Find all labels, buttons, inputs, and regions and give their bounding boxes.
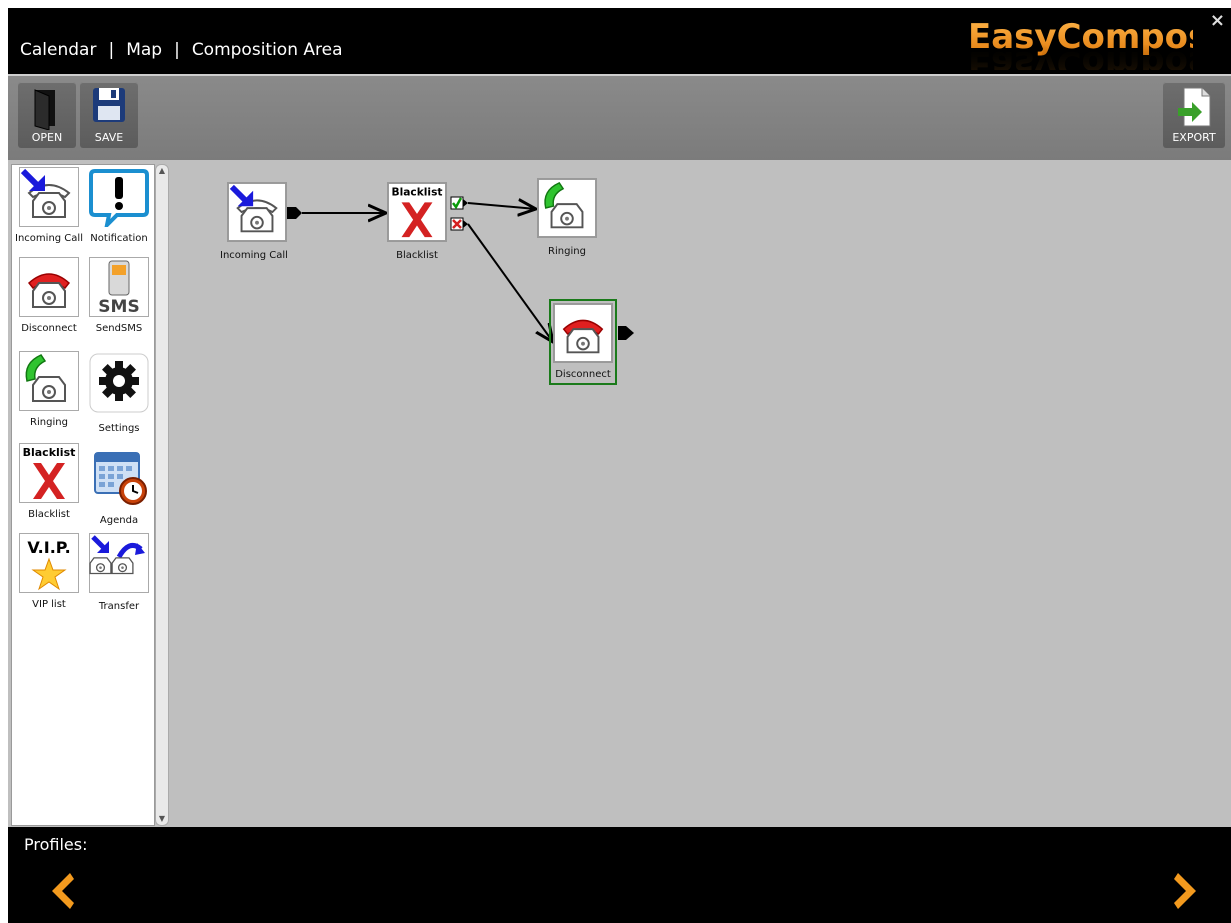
palette-item-transfer[interactable]: Transfer: [85, 533, 153, 612]
palette-item-incoming-call[interactable]: Incoming Call: [15, 167, 83, 244]
floppy-disk-icon: [93, 88, 125, 122]
logo-reflection: EasyComposer: [968, 43, 1193, 70]
main-navigation: Calendar | Map | Composition Area: [20, 40, 343, 60]
close-button[interactable]: ×: [1210, 10, 1225, 31]
scroll-up-arrow-icon[interactable]: ▲: [156, 165, 168, 177]
ringing-icon: [537, 178, 597, 238]
save-button[interactable]: SAVE: [80, 82, 138, 148]
palette-item-label: Disconnect: [21, 323, 77, 334]
node-ringing[interactable]: Ringing: [537, 178, 597, 257]
incoming-call-icon: [226, 182, 287, 242]
node-label: Blacklist: [396, 250, 438, 261]
palette-item-agenda[interactable]: Agenda: [85, 447, 153, 526]
profiles-bar: Profiles:: [8, 827, 1231, 923]
palette-item-label: Blacklist: [28, 509, 70, 520]
palette-item-vip-list[interactable]: V.I.P. VIP list: [15, 533, 83, 610]
next-profile-arrow-icon[interactable]: [1172, 871, 1204, 911]
component-palette: Incoming Call Notification Disconnect SM…: [11, 164, 155, 826]
blacklist-badge: Blacklist: [23, 446, 76, 459]
sms-text: SMS: [98, 297, 139, 317]
transfer-icon: [89, 533, 149, 593]
tab-composition-area[interactable]: Composition Area: [192, 40, 343, 60]
node-label: Ringing: [548, 246, 586, 257]
palette-item-label: Notification: [90, 233, 148, 244]
palette-item-label: Settings: [98, 423, 140, 434]
node-blacklist[interactable]: Blacklist Blacklist: [387, 182, 447, 261]
connection-layer: [284, 196, 634, 827]
export-document-icon: [1178, 87, 1211, 127]
notification-icon: [89, 169, 149, 232]
node-incoming-call[interactable]: Incoming Call: [220, 182, 288, 261]
incoming-call-icon: [19, 167, 79, 227]
palette-item-sendsms[interactable]: SMS SendSMS: [85, 257, 153, 334]
easycomposer-logo: EasyComposer EasyComposer: [968, 17, 1193, 70]
palette-item-notification[interactable]: Notification: [85, 167, 153, 244]
ringing-icon: [19, 351, 79, 411]
sms-phone-icon: SMS: [89, 257, 149, 317]
blacklist-icon: Blacklist: [19, 443, 79, 503]
profiles-label: Profiles:: [24, 835, 88, 854]
previous-profile-arrow-icon[interactable]: [44, 871, 76, 911]
palette-item-ringing[interactable]: Ringing: [15, 351, 83, 428]
palette-item-settings[interactable]: Settings: [85, 353, 153, 434]
title-bar: Calendar | Map | Composition Area EasyCo…: [8, 8, 1231, 74]
toolbar: OPEN SAVE EXPORT: [8, 76, 1231, 160]
palette-item-label: Incoming Call: [15, 233, 83, 244]
output-port[interactable]: [618, 326, 634, 340]
export-label: EXPORT: [1172, 131, 1216, 144]
composition-canvas[interactable]: Incoming Call Blacklist Blacklist Ringin…: [168, 160, 1231, 827]
palette-item-label: Agenda: [99, 515, 139, 526]
palette-item-disconnect[interactable]: Disconnect: [15, 257, 83, 334]
scroll-down-arrow-icon[interactable]: ▼: [156, 813, 168, 825]
gear-icon: [89, 353, 149, 413]
node-label: Disconnect: [555, 369, 611, 380]
palette-scrollbar[interactable]: ▲ ▼: [155, 164, 169, 826]
agenda-icon: [94, 452, 147, 505]
vip-icon: V.I.P.: [19, 533, 79, 593]
connection-edge[interactable]: [467, 203, 536, 209]
vip-badge: V.I.P.: [27, 538, 70, 557]
export-button[interactable]: EXPORT: [1163, 82, 1225, 148]
disconnect-icon: [19, 257, 79, 317]
palette-item-label: Ringing: [30, 417, 68, 428]
node-label: Incoming Call: [220, 250, 288, 261]
palette-item-blacklist[interactable]: Blacklist Blacklist: [15, 443, 83, 520]
tab-map[interactable]: Map: [126, 40, 162, 60]
nav-separator: |: [174, 40, 180, 60]
workspace: Incoming Call Notification Disconnect SM…: [8, 160, 1231, 827]
palette-item-label: Transfer: [98, 601, 140, 612]
blacklist-icon: Blacklist: [387, 182, 447, 242]
disconnect-icon: [553, 303, 613, 363]
open-button[interactable]: OPEN: [18, 82, 76, 148]
blacklist-badge: Blacklist: [392, 186, 443, 199]
open-label: OPEN: [31, 131, 63, 144]
tab-calendar[interactable]: Calendar: [20, 40, 96, 60]
palette-item-label: VIP list: [32, 599, 66, 610]
palette-item-label: SendSMS: [95, 323, 143, 334]
open-door-icon: [34, 89, 55, 131]
nav-separator: |: [108, 40, 115, 60]
node-disconnect[interactable]: Disconnect: [549, 299, 617, 385]
save-label: SAVE: [94, 131, 124, 144]
app-window: Calendar | Map | Composition Area EasyCo…: [8, 8, 1231, 923]
